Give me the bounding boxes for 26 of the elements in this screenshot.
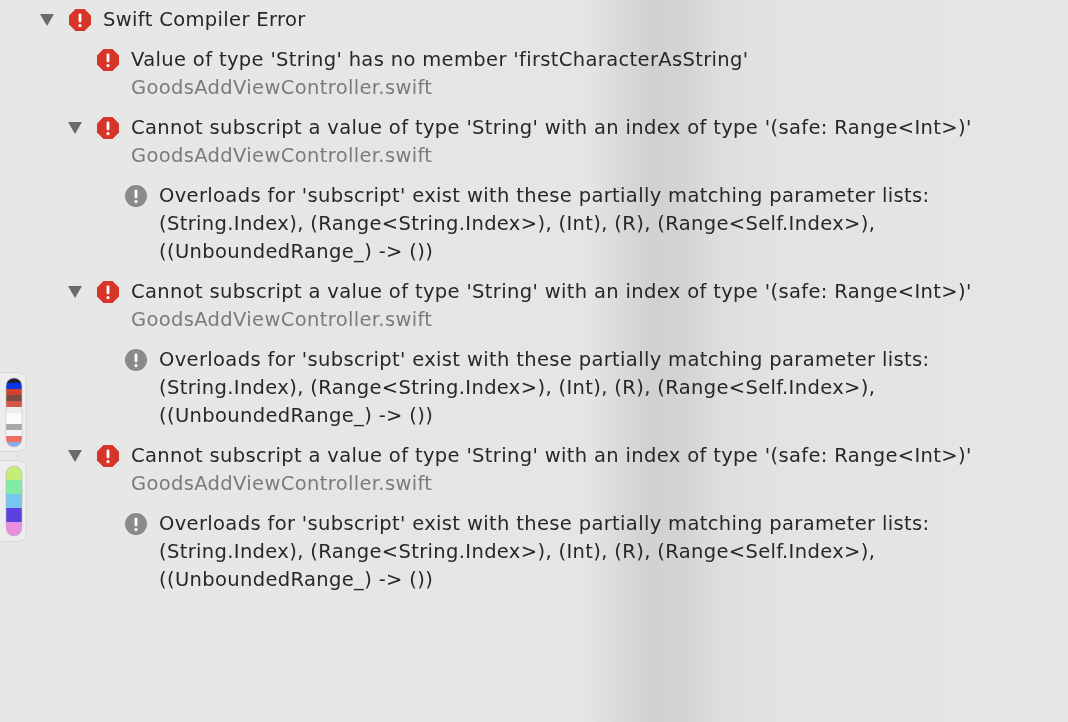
info-icon [125,513,147,535]
file-name: GoodsAddViewController.swift [131,471,434,497]
issue-message: Cannot subscript a value of type 'String' with an index of type '(safe: Range<Int>)' [131,443,972,469]
error-icon [97,49,119,71]
file-name: GoodsAddViewController.swift [131,143,434,169]
info-icon [125,349,147,371]
color-palette-icon [0,460,27,542]
issue-message: Value of type 'String' has no member 'firstCharacterAsString' [131,47,749,73]
info-icon [125,185,147,207]
disclosure-triangle-icon[interactable] [68,450,82,462]
error-icon [97,281,119,303]
error-icon [97,445,119,467]
disclosure-triangle-icon[interactable] [40,14,54,26]
issue-group-title: Swift Compiler Error [103,7,306,33]
disclosure-triangle-icon[interactable] [68,122,82,134]
error-icon [69,9,91,31]
file-name: GoodsAddViewController.swift [131,75,434,101]
issue-message: Overloads for 'subscript' exist with these partially matching parameter lists: (String.Index), (Range<String.Index>), (Int), (R), (Range<Self.Index>), ((UnboundedRange_) -> ()) [159,347,930,429]
issue-message: Cannot subscript a value of type 'String' with an index of type '(safe: Range<Int>)' [131,279,972,305]
issue-message: Cannot subscript a value of type 'String' with an index of type '(safe: Range<Int>)' [131,115,972,141]
disclosure-triangle-icon[interactable] [68,286,82,298]
file-name: GoodsAddViewController.swift [131,307,434,333]
color-palette-icon [0,372,27,452]
issue-message: Overloads for 'subscript' exist with these partially matching parameter lists: (String.Index), (Range<String.Index>), (Int), (R), (Range<Self.Index>), ((UnboundedRange_) -> ()) [159,183,930,265]
error-icon [97,117,119,139]
issue-message: Overloads for 'subscript' exist with these partially matching parameter lists: (String.Index), (Range<String.Index>), (Int), (R), (Range<Self.Index>), ((UnboundedRange_) -> ()) [159,511,930,593]
